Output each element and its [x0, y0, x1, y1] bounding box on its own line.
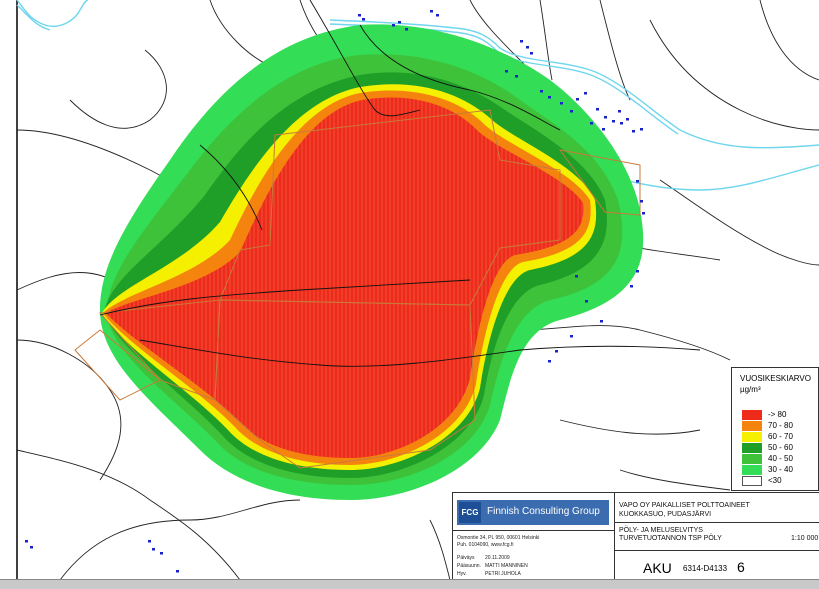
legend-swatch: [742, 410, 762, 420]
legend-swatch: [742, 454, 762, 464]
building-marker: [176, 570, 179, 573]
building-marker: [160, 552, 163, 555]
building-marker: [596, 108, 599, 111]
building-marker: [632, 130, 635, 133]
legend-label: 40 - 50: [768, 454, 793, 463]
signature-value: MATTI MANNINEN: [485, 563, 528, 569]
legend-label: 70 - 80: [768, 421, 793, 430]
legend-swatch: [742, 421, 762, 431]
company-contact: Puh. 0104090, www.fcg.fi: [457, 542, 514, 548]
building-marker: [520, 40, 523, 43]
building-marker: [570, 110, 573, 113]
building-marker: [570, 335, 573, 338]
building-marker: [392, 24, 395, 27]
building-marker: [515, 75, 518, 78]
building-marker: [505, 70, 508, 73]
building-marker: [548, 360, 551, 363]
building-marker: [590, 122, 593, 125]
project-study: PÖLY- JA MELUSELVITYS: [619, 527, 703, 534]
building-marker: [640, 128, 643, 131]
signature-value: 20.11.2009: [485, 555, 510, 561]
building-marker: [436, 14, 439, 17]
legend-item: <30: [742, 476, 818, 486]
building-marker: [152, 548, 155, 551]
title-block: FCG Finnish Consulting Group Osmontie 34…: [452, 492, 819, 589]
building-marker: [25, 540, 28, 543]
legend-item: 60 - 70: [742, 432, 818, 442]
map-left-margin: [0, 0, 16, 580]
project-client: VAPO OY PAIKALLISET POLTTOAINEET: [619, 502, 750, 509]
building-marker: [430, 10, 433, 13]
building-marker: [405, 28, 408, 31]
drawing-title: TURVETUOTANNON TSP PÖLY: [619, 535, 722, 542]
legend: VUOSIKESKIARVO µg/m³ -> 80 70 - 80 60 - 70…: [731, 367, 819, 491]
building-marker: [548, 96, 551, 99]
title-block-divider: [614, 493, 615, 589]
building-marker: [620, 122, 623, 125]
sheet-number: 6: [737, 559, 745, 575]
signature-date: Päiväys 20.11.2009: [457, 555, 510, 561]
legend-label: 60 - 70: [768, 432, 793, 441]
building-marker: [555, 350, 558, 353]
building-marker: [630, 285, 633, 288]
building-marker: [626, 118, 629, 121]
legend-swatch: [742, 476, 762, 486]
building-marker: [526, 46, 529, 49]
building-marker: [604, 116, 607, 119]
company-address: Osmontie 34, PL 950, 00601 Helsinki: [457, 535, 540, 541]
building-marker: [148, 540, 151, 543]
signature-designer: Pääsuunn. MATTI MANNINEN: [457, 563, 528, 569]
title-block-divider: [614, 550, 819, 551]
signature-label: Päiväys: [457, 555, 475, 561]
building-marker: [602, 128, 605, 131]
legend-swatch: [742, 465, 762, 475]
company-logo-mark: FCG: [459, 502, 481, 523]
building-marker: [540, 90, 543, 93]
building-marker: [640, 200, 643, 203]
signature-approver: Hyv. PETRI JUHOLA: [457, 571, 521, 577]
legend-label: 50 - 60: [768, 443, 793, 452]
building-marker: [530, 52, 533, 55]
building-marker: [575, 275, 578, 278]
legend-label: <30: [768, 476, 782, 485]
building-marker: [618, 110, 621, 113]
signature-label: Hyv.: [457, 571, 467, 577]
building-marker: [600, 320, 603, 323]
legend-item: -> 80: [742, 410, 818, 420]
legend-item: 40 - 50: [742, 454, 818, 464]
building-marker: [585, 300, 588, 303]
building-marker: [362, 18, 365, 21]
legend-unit: µg/m³: [740, 385, 761, 394]
project-site: KUOKKASUO, PUDASJÄRVI: [619, 511, 712, 518]
drawing-series: AKU: [643, 560, 672, 576]
signature-label: Pääsuunn.: [457, 563, 481, 569]
building-marker: [398, 21, 401, 24]
legend-swatch: [742, 432, 762, 442]
building-marker: [642, 212, 645, 215]
drawing-scale: 1:10 000: [791, 535, 819, 542]
legend-label: 30 - 40: [768, 465, 793, 474]
title-block-divider: [453, 530, 614, 531]
signature-value: PETRI JUHOLA: [485, 571, 521, 577]
building-marker: [30, 546, 33, 549]
building-marker: [636, 180, 639, 183]
company-logo: FCG Finnish Consulting Group: [457, 500, 609, 525]
building-marker: [584, 92, 587, 95]
legend-item: 50 - 60: [742, 443, 818, 453]
company-name: Finnish Consulting Group: [487, 506, 600, 517]
building-marker: [358, 14, 361, 17]
building-marker: [560, 102, 563, 105]
building-marker: [636, 270, 639, 273]
legend-item: 70 - 80: [742, 421, 818, 431]
drawing-number: 6314-D4133: [683, 564, 728, 573]
title-block-divider: [614, 522, 819, 523]
building-marker: [612, 120, 615, 123]
legend-label: -> 80: [768, 410, 787, 419]
building-marker: [576, 98, 579, 101]
legend-title: VUOSIKESKIARVO: [740, 374, 811, 383]
legend-item: 30 - 40: [742, 465, 818, 475]
legend-swatch: [742, 443, 762, 453]
